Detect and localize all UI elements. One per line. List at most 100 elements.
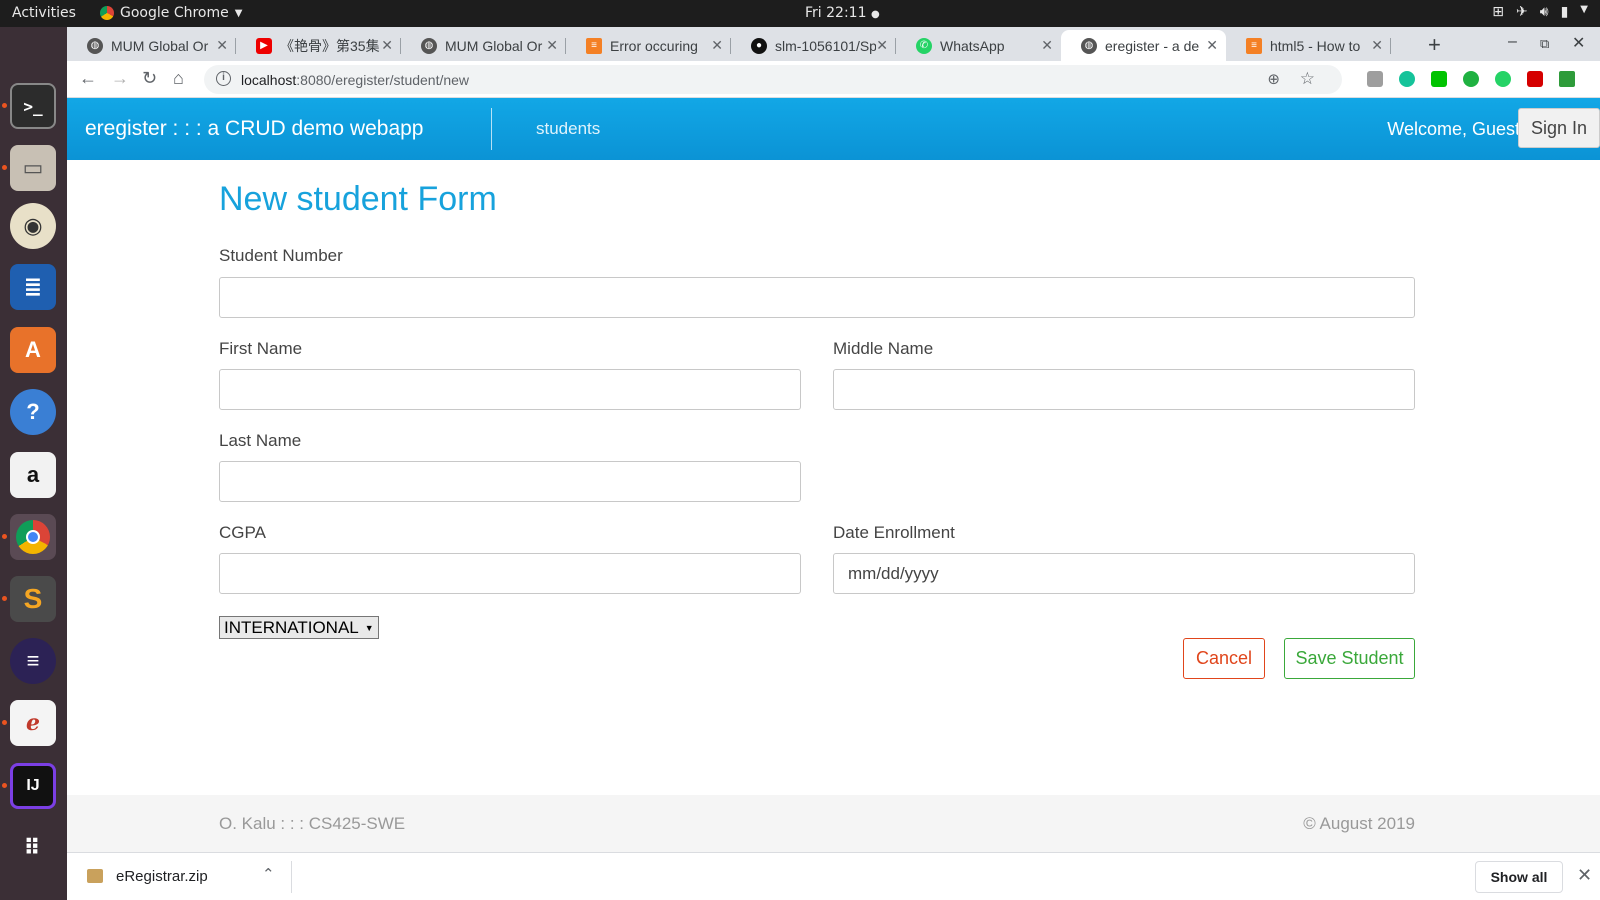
tab-title: html5 - How to: [1270, 37, 1361, 54]
dock-help-icon[interactable]: ?: [10, 389, 56, 435]
first-name-label: First Name: [219, 339, 303, 358]
forward-arrow-icon[interactable]: →: [111, 68, 129, 89]
site-info-icon[interactable]: i: [216, 71, 231, 86]
running-indicator: [2, 783, 7, 788]
close-icon[interactable]: ✕: [876, 37, 888, 54]
extension-share-icon[interactable]: [1463, 71, 1479, 87]
url-text[interactable]: localhost:8080/eregister/student/new: [241, 72, 469, 88]
chevron-up-icon[interactable]: ⌃: [262, 865, 275, 883]
app-menu[interactable]: Google Chrome ▼: [100, 5, 242, 21]
dock-sublime-icon[interactable]: S: [10, 576, 56, 622]
last-name-label: Last Name: [219, 431, 302, 450]
dock-terminal-icon[interactable]: >_: [10, 83, 56, 129]
home-icon[interactable]: ⌂: [173, 68, 184, 89]
network-icon: ⊞: [1492, 4, 1505, 20]
restore-icon[interactable]: ⧉: [1540, 36, 1549, 52]
show-all-button[interactable]: Show all: [1475, 861, 1563, 893]
dock-eclipse-icon[interactable]: ≡: [10, 638, 56, 684]
os-top-bar: Activities Google Chrome ▼ Fri 22:11 ● ⊞…: [0, 0, 1600, 27]
cgpa-input[interactable]: [219, 553, 801, 594]
close-icon[interactable]: ✕: [1206, 37, 1218, 54]
site-footer: O. Kalu : : : CS425-SWE © August 2019: [67, 795, 1600, 852]
dock-app-grid-icon[interactable]: ⠿: [10, 825, 56, 871]
activities-button[interactable]: Activities: [12, 5, 76, 21]
nav-students-link[interactable]: students: [536, 119, 600, 139]
tab-title: WhatsApp: [940, 37, 1005, 54]
date-enrollment-label: Date Enrollment: [833, 523, 955, 542]
close-icon[interactable]: ✕: [711, 37, 723, 54]
new-tab-plus-icon[interactable]: +: [1428, 32, 1441, 58]
dock-document-viewer-icon[interactable]: ℯ: [10, 700, 56, 746]
zoom-icon[interactable]: ⊕: [1267, 70, 1280, 88]
sign-in-button[interactable]: Sign In: [1518, 108, 1600, 148]
close-icon[interactable]: ✕: [546, 37, 558, 54]
dock-rhythmbox-icon[interactable]: ◉: [10, 203, 56, 249]
close-icon[interactable]: ✕: [1041, 37, 1053, 54]
tab-strip: ◍ MUM Global Or ✕ ▶ 《艳骨》第35集 ✕ ◍ MUM Glo…: [67, 27, 1600, 61]
stackoverflow-icon: ≡: [1246, 37, 1262, 54]
cgpa-label: CGPA: [219, 523, 266, 542]
address-bar[interactable]: i localhost:8080/eregister/student/new ⊕…: [204, 65, 1342, 94]
extension-cube-icon[interactable]: [1367, 71, 1383, 87]
close-icon[interactable]: ✕: [216, 37, 228, 54]
whatsapp-icon: ✆: [916, 37, 932, 54]
back-arrow-icon[interactable]: ←: [79, 68, 97, 89]
running-indicator: [2, 534, 7, 539]
close-icon[interactable]: ✕: [1371, 37, 1383, 54]
date-enrollment-input[interactable]: [833, 553, 1415, 594]
tab-title: slm-1056101/Sp: [775, 37, 877, 54]
notification-dot-icon: ●: [870, 9, 880, 20]
middle-name-label: Middle Name: [833, 339, 934, 358]
dock-intellij-icon[interactable]: IJ: [10, 763, 56, 809]
bookmark-star-icon[interactable]: ☆: [1300, 69, 1315, 89]
dock-files-icon[interactable]: ▭: [10, 145, 56, 191]
tab-4[interactable]: ● slm-1056101/Sp ✕: [731, 30, 896, 61]
download-item[interactable]: eRegistrar.zip: [116, 868, 208, 885]
volume-icon: 🔊︎: [1539, 4, 1549, 20]
close-icon[interactable]: ✕: [381, 37, 393, 54]
youtube-icon: ▶: [256, 37, 272, 54]
tab-1[interactable]: ▶ 《艳骨》第35集 ✕: [236, 30, 401, 61]
extension-whatsapp-icon[interactable]: [1495, 71, 1511, 87]
tab-title: MUM Global Or: [445, 37, 543, 54]
downloads-divider: [291, 861, 292, 893]
tab-7[interactable]: ≡ html5 - How to ✕: [1226, 30, 1391, 61]
dock-software-icon[interactable]: A: [10, 327, 56, 373]
tab-3[interactable]: ≡ Error occuring ✕: [566, 30, 731, 61]
window-close-icon[interactable]: ✕: [1572, 33, 1585, 53]
footer-copyright: © August 2019: [1303, 814, 1415, 833]
running-indicator: [2, 596, 7, 601]
brand-link[interactable]: eregister : : : a CRUD demo webapp: [85, 117, 423, 141]
clock[interactable]: Fri 22:11 ●: [805, 5, 880, 21]
middle-name-input[interactable]: [833, 369, 1415, 410]
tab-0[interactable]: ◍ MUM Global Or ✕: [67, 30, 236, 61]
minimize-icon[interactable]: –: [1508, 33, 1517, 51]
stackoverflow-icon: ≡: [586, 37, 602, 54]
reload-icon[interactable]: ↻: [142, 68, 157, 89]
dock-amazon-icon[interactable]: a: [10, 452, 56, 498]
dock-chrome-icon[interactable]: [10, 514, 56, 560]
chrome-icon: [100, 6, 114, 20]
last-name-input[interactable]: [219, 461, 801, 502]
close-icon[interactable]: ✕: [1577, 865, 1592, 886]
student-number-input[interactable]: [219, 277, 1415, 318]
first-name-input[interactable]: [219, 369, 801, 410]
cancel-button[interactable]: Cancel: [1183, 638, 1265, 679]
dock-writer-icon[interactable]: ≣: [10, 264, 56, 310]
globe-icon: ◍: [421, 37, 437, 54]
app-name: Google Chrome: [120, 5, 229, 21]
tab-title: MUM Global Or: [111, 37, 209, 54]
clock-text: Fri 22:11: [805, 5, 867, 21]
extension-grammarly-icon[interactable]: [1399, 71, 1415, 87]
tab-5[interactable]: ✆ WhatsApp ✕: [896, 30, 1061, 61]
web-page: eregister : : : a CRUD demo webapp stude…: [67, 98, 1600, 852]
extension-line-icon[interactable]: [1431, 71, 1447, 87]
extension-adblock-icon[interactable]: [1527, 71, 1543, 87]
student-type-select[interactable]: INTERNATIONAL ▼: [219, 616, 379, 639]
save-student-button[interactable]: Save Student: [1284, 638, 1415, 679]
chevron-down-icon: ▼: [364, 622, 374, 633]
system-tray[interactable]: ⊞ ✈ 🔊︎ ▮ ▼: [1492, 4, 1588, 20]
tab-6-active[interactable]: ◍ eregister - a de ✕: [1061, 30, 1226, 61]
extension-evernote-icon[interactable]: [1559, 71, 1575, 87]
tab-2[interactable]: ◍ MUM Global Or ✕: [401, 30, 566, 61]
